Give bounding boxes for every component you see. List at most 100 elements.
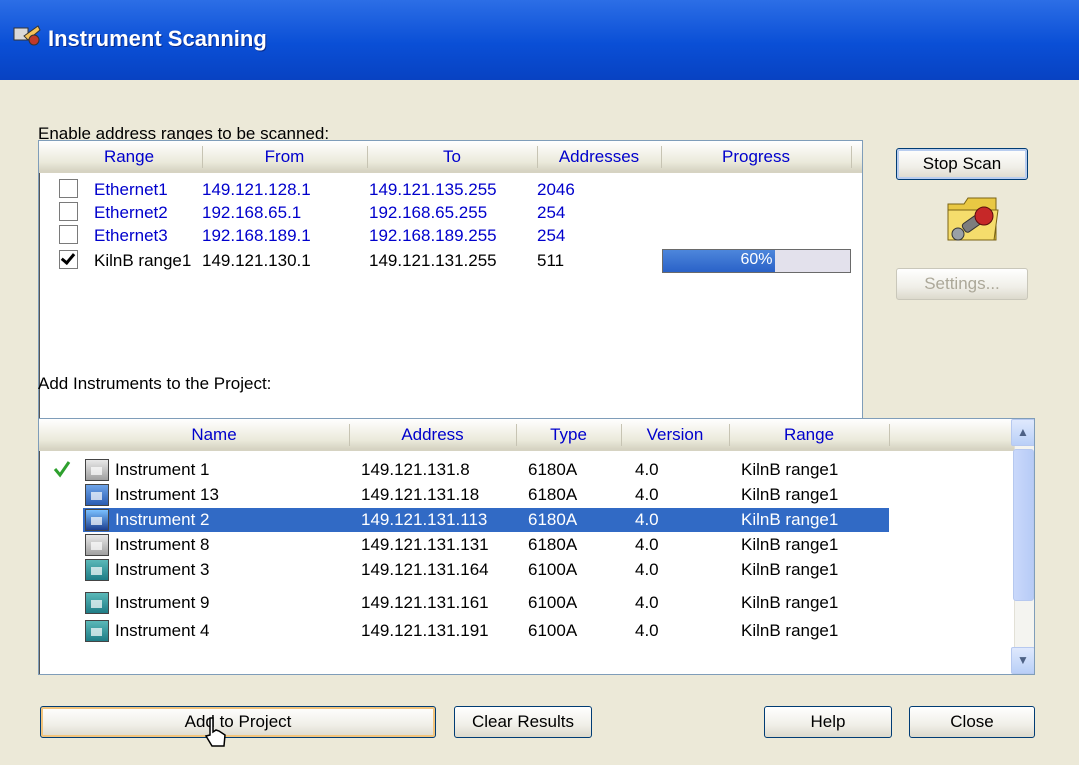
- col-to[interactable]: To: [367, 147, 537, 167]
- instrument-version: 4.0: [635, 485, 659, 504]
- instrument-name: Instrument 9: [115, 593, 210, 612]
- range-addresses: 254: [537, 226, 566, 245]
- settings-button[interactable]: Settings...: [896, 268, 1028, 300]
- dialog-client: Enable address ranges to be scanned: Ran…: [0, 80, 1079, 765]
- vertical-scrollbar[interactable]: ▲ ▼: [1011, 419, 1034, 674]
- range-to: 192.168.189.255: [369, 226, 497, 245]
- range-row[interactable]: Ethernet2 192.168.65.1 192.168.65.255 25…: [39, 201, 862, 225]
- scan-folder-icon: [947, 197, 999, 241]
- instrument-range: KilnB range1: [741, 621, 839, 640]
- instruments-header: Name Address Type Version Range: [39, 419, 1014, 451]
- instrument-gray-icon: [85, 459, 109, 481]
- col-version[interactable]: Version: [621, 425, 729, 445]
- instrument-version: 4.0: [635, 460, 659, 479]
- stop-scan-button[interactable]: Stop Scan: [896, 148, 1028, 180]
- instrument-type: 6180A: [528, 485, 578, 504]
- range-from: 149.121.130.1: [202, 251, 311, 270]
- instrument-name: Instrument 8: [115, 535, 210, 554]
- range-from: 192.168.65.1: [202, 203, 302, 222]
- instrument-range: KilnB range1: [741, 593, 839, 612]
- instrument-gray-icon: [85, 534, 109, 556]
- instrument-teal-icon: [85, 592, 109, 614]
- close-button[interactable]: Close: [909, 706, 1035, 738]
- instrument-type: 6100A: [528, 593, 578, 612]
- range-addresses: 254: [537, 203, 566, 222]
- title-bar[interactable]: Instrument Scanning: [0, 0, 1079, 80]
- instrument-color-icon: [85, 509, 109, 531]
- window-title: Instrument Scanning: [48, 26, 267, 51]
- instrument-address: 149.121.131.191: [361, 621, 489, 640]
- added-checkmark-icon: [53, 461, 71, 478]
- instrument-teal-icon: [85, 620, 109, 642]
- instrument-range: KilnB range1: [741, 460, 839, 479]
- instrument-version: 4.0: [635, 621, 659, 640]
- instrument-type: 6180A: [528, 535, 578, 554]
- range-checkbox[interactable]: [59, 202, 78, 221]
- clear-results-button[interactable]: Clear Results: [454, 706, 592, 738]
- instrument-blue-icon: [85, 484, 109, 506]
- instrument-range: KilnB range1: [741, 510, 839, 529]
- range-name: Ethernet1: [94, 180, 168, 199]
- instrument-row[interactable]: Instrument 8 149.121.131.131 6180A 4.0 K…: [39, 533, 1014, 557]
- range-addresses: 2046: [537, 180, 575, 199]
- instrument-row[interactable]: Instrument 1 149.121.131.8 6180A 4.0 Kil…: [39, 458, 1014, 482]
- range-from: 149.121.128.1: [202, 180, 311, 199]
- col-name[interactable]: Name: [79, 425, 349, 445]
- col-range[interactable]: Range: [59, 147, 199, 167]
- range-to: 149.121.131.255: [369, 251, 497, 270]
- col-addresses[interactable]: Addresses: [537, 147, 661, 167]
- instruments-list[interactable]: Name Address Type Version Range Instrume…: [38, 418, 1035, 675]
- instrument-version: 4.0: [635, 593, 659, 612]
- instrument-address: 149.121.131.8: [361, 460, 470, 479]
- instruments-label: Add Instruments to the Project:: [38, 374, 272, 393]
- instrument-type: 6100A: [528, 621, 578, 640]
- instrument-name: Instrument 1: [115, 460, 210, 479]
- range-addresses: 511: [537, 251, 565, 270]
- scroll-up-icon[interactable]: ▲: [1011, 419, 1034, 446]
- instrument-range: KilnB range1: [741, 485, 839, 504]
- instrument-type: 6180A: [528, 460, 578, 479]
- hand-cursor-icon: [204, 717, 226, 747]
- add-to-project-button[interactable]: Add to Project: [40, 706, 436, 738]
- col-address[interactable]: Address: [349, 425, 516, 445]
- instrument-row-selected[interactable]: Instrument 2 149.121.131.113 6180A 4.0 K…: [83, 508, 889, 532]
- instrument-address: 149.121.131.113: [361, 510, 488, 529]
- instrument-row[interactable]: Instrument 9 149.121.131.161 6100A 4.0 K…: [39, 591, 1014, 615]
- ranges-header: Range From To Addresses Progress: [39, 141, 862, 173]
- instrument-range: KilnB range1: [741, 560, 839, 579]
- instrument-name: Instrument 3: [115, 560, 210, 579]
- range-row[interactable]: KilnB range1 149.121.130.1 149.121.131.2…: [39, 249, 862, 273]
- scan-progress-bar: 60%: [662, 249, 851, 273]
- instrument-name: Instrument 4: [115, 621, 210, 640]
- col-instrument-range[interactable]: Range: [729, 425, 889, 445]
- col-progress[interactable]: Progress: [661, 147, 851, 167]
- range-row[interactable]: Ethernet1 149.121.128.1 149.121.135.255 …: [39, 178, 862, 202]
- instrument-name: Instrument 2: [115, 510, 210, 529]
- col-from[interactable]: From: [202, 147, 367, 167]
- instrument-address: 149.121.131.131: [361, 535, 489, 554]
- col-type[interactable]: Type: [516, 425, 621, 445]
- instrument-row[interactable]: Instrument 3 149.121.131.164 6100A 4.0 K…: [39, 558, 1014, 582]
- instrument-teal-icon: [85, 559, 109, 581]
- range-name: Ethernet3: [94, 226, 168, 245]
- range-checkbox-checked[interactable]: [59, 250, 78, 269]
- instrument-range: KilnB range1: [741, 535, 839, 554]
- range-checkbox[interactable]: [59, 179, 78, 198]
- instrument-address: 149.121.131.18: [361, 485, 480, 504]
- instrument-row[interactable]: Instrument 4 149.121.131.191 6100A 4.0 K…: [39, 619, 1014, 643]
- instrument-address: 149.121.131.161: [361, 593, 489, 612]
- instrument-version: 4.0: [635, 535, 659, 554]
- range-to: 149.121.135.255: [369, 180, 497, 199]
- app-icon: [13, 25, 41, 46]
- instrument-type: 6180A: [528, 510, 578, 529]
- instrument-address: 149.121.131.164: [361, 560, 489, 579]
- instrument-type: 6100A: [528, 560, 578, 579]
- range-checkbox[interactable]: [59, 225, 78, 244]
- range-from: 192.168.189.1: [202, 226, 311, 245]
- instrument-row[interactable]: Instrument 13 149.121.131.18 6180A 4.0 K…: [39, 483, 1014, 507]
- scroll-thumb[interactable]: [1013, 449, 1034, 601]
- range-to: 192.168.65.255: [369, 203, 488, 222]
- range-row[interactable]: Ethernet3 192.168.189.1 192.168.189.255 …: [39, 224, 862, 248]
- scroll-down-icon[interactable]: ▼: [1011, 647, 1034, 674]
- help-button[interactable]: Help: [764, 706, 892, 738]
